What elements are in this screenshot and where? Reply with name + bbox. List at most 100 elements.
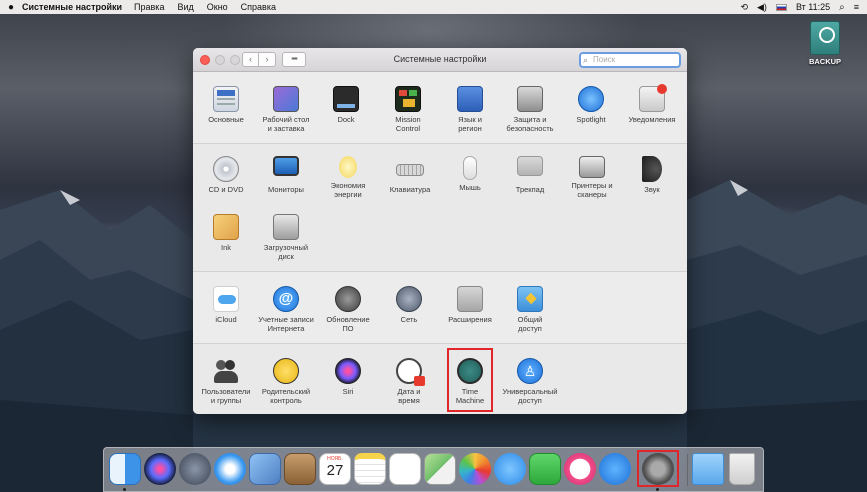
section-hardware: CD и DVD Мониторы Экономия энергии Клави… (193, 144, 687, 272)
users-icon (213, 358, 239, 384)
safari-icon[interactable] (214, 453, 246, 485)
section-internet: iCloud @ Учетные записи Интернета Обновл… (193, 272, 687, 344)
calendar-icon[interactable]: НОЯБ. 27 (319, 453, 351, 485)
dock-icon (333, 86, 359, 112)
pref-general[interactable]: Основные (195, 86, 257, 124)
pref-ink[interactable]: Ink (195, 214, 257, 252)
pref-trackpad[interactable]: Трекпад (499, 156, 561, 194)
pref-accessibility[interactable]: ♙ Универсальный доступ (499, 358, 561, 405)
app-menu[interactable]: Системные настройки (22, 2, 122, 12)
finder-icon[interactable] (109, 453, 141, 485)
menu-edit[interactable]: Правка (134, 2, 164, 12)
pref-dock[interactable]: Dock (315, 86, 377, 124)
pref-printers-scanners[interactable]: Принтеры и сканеры (561, 156, 623, 199)
dock-separator (687, 454, 688, 486)
photos-icon[interactable] (459, 453, 491, 485)
running-indicator (123, 488, 126, 491)
itunes-icon[interactable] (564, 453, 596, 485)
external-disk-icon (810, 21, 840, 55)
disk-label: BACKUP (808, 57, 842, 66)
sharing-folder-icon (517, 286, 543, 312)
input-flag-icon[interactable] (775, 3, 787, 11)
menu-bar: ● Системные настройки Правка Вид Окно Сп… (0, 0, 867, 14)
pref-cd-dvd[interactable]: CD и DVD (195, 156, 257, 194)
speaker-icon (642, 156, 662, 182)
time-machine-highlight (447, 348, 493, 412)
reminders-icon[interactable] (389, 453, 421, 485)
desktop-icon (273, 86, 299, 112)
list-icon[interactable]: ≡ (854, 2, 859, 12)
pref-security[interactable]: Защита и безопасность (499, 86, 561, 133)
ink-icon (213, 214, 239, 240)
pref-desktop-screensaver[interactable]: Рабочий стол и заставка (255, 86, 317, 133)
mouse-icon (463, 156, 477, 180)
system-preferences-window: ‹ › ▪▪▪ Системные настройки Поиск Основн… (193, 48, 687, 414)
pref-extensions[interactable]: Расширения (439, 286, 501, 324)
trash-icon[interactable] (729, 453, 755, 485)
launchpad-icon[interactable] (179, 453, 211, 485)
hard-drive-icon (273, 214, 299, 240)
notifications-icon (639, 84, 667, 112)
pref-software-update[interactable]: Обновление ПО (317, 286, 379, 333)
pref-keyboard[interactable]: Клавиатура (379, 156, 441, 194)
notes-icon[interactable] (354, 453, 386, 485)
messages-icon[interactable] (494, 453, 526, 485)
clock[interactable]: Вт 11:25 (796, 2, 830, 12)
display-icon (273, 156, 299, 176)
menu-help[interactable]: Справка (241, 2, 276, 12)
puzzle-piece-icon (457, 286, 483, 312)
pref-mission-control[interactable]: Mission Control (377, 86, 439, 133)
flag-icon (457, 86, 483, 112)
pref-energy-saver[interactable]: Экономия энергии (317, 156, 379, 199)
accessibility-icon: ♙ (517, 358, 543, 384)
pref-notifications[interactable]: Уведомления (621, 84, 683, 124)
printer-icon (579, 156, 605, 178)
pref-icloud[interactable]: iCloud (195, 286, 257, 324)
menu-view[interactable]: Вид (177, 2, 193, 12)
apple-menu-icon[interactable]: ● (0, 2, 22, 13)
siri-icon[interactable] (144, 453, 176, 485)
search-icon[interactable]: ⌕ (839, 2, 845, 13)
pref-spotlight[interactable]: Spotlight (560, 86, 622, 124)
running-indicator (656, 488, 659, 491)
section-system: Пользователи и группы Родительский контр… (193, 344, 687, 414)
preview-icon[interactable] (249, 453, 281, 485)
pref-language-region[interactable]: Язык и регион (439, 86, 501, 133)
pref-sharing[interactable]: Общий доступ (499, 286, 561, 333)
dock: НОЯБ. 27 (103, 447, 764, 492)
lightbulb-icon (339, 156, 357, 178)
time-machine-icon[interactable]: ⟲ (740, 2, 748, 13)
pref-displays[interactable]: Мониторы (255, 156, 317, 194)
volume-icon[interactable]: ◀) (757, 2, 767, 13)
search-field[interactable]: Поиск (579, 52, 681, 68)
at-sign-icon: @ (273, 286, 299, 312)
maps-icon[interactable] (424, 453, 456, 485)
disc-icon (213, 156, 239, 182)
downloads-folder-icon[interactable] (692, 453, 724, 485)
pref-mouse[interactable]: Мышь (439, 156, 501, 192)
spotlight-icon (578, 86, 604, 112)
general-icon (213, 86, 239, 112)
system-preferences-highlight (637, 450, 679, 487)
pref-parental-controls[interactable]: Родительский контроль (255, 358, 317, 405)
section-personal: Основные Рабочий стол и заставка Dock Mi… (193, 72, 687, 144)
contacts-icon[interactable] (284, 453, 316, 485)
calendar-day: 27 (326, 462, 344, 479)
pref-date-time[interactable]: Дата и время (378, 358, 440, 405)
clock-icon (396, 358, 425, 386)
parental-controls-icon (273, 358, 299, 384)
facetime-icon[interactable] (529, 453, 561, 485)
keyboard-icon (396, 164, 424, 176)
trackpad-icon (517, 156, 543, 176)
backup-disk[interactable]: BACKUP (806, 21, 844, 66)
house-icon (517, 86, 543, 112)
pref-startup-disk[interactable]: Загрузочный диск (255, 214, 317, 261)
pref-users-groups[interactable]: Пользователи и группы (195, 358, 257, 405)
siri-icon (335, 358, 361, 384)
pref-siri[interactable]: Siri (317, 358, 379, 396)
pref-sound[interactable]: Звук (621, 156, 683, 194)
pref-internet-accounts[interactable]: @ Учетные записи Интернета (255, 286, 317, 333)
app-store-icon[interactable] (599, 453, 631, 485)
pref-network[interactable]: Сеть (378, 286, 440, 324)
menu-window[interactable]: Окно (207, 2, 228, 12)
